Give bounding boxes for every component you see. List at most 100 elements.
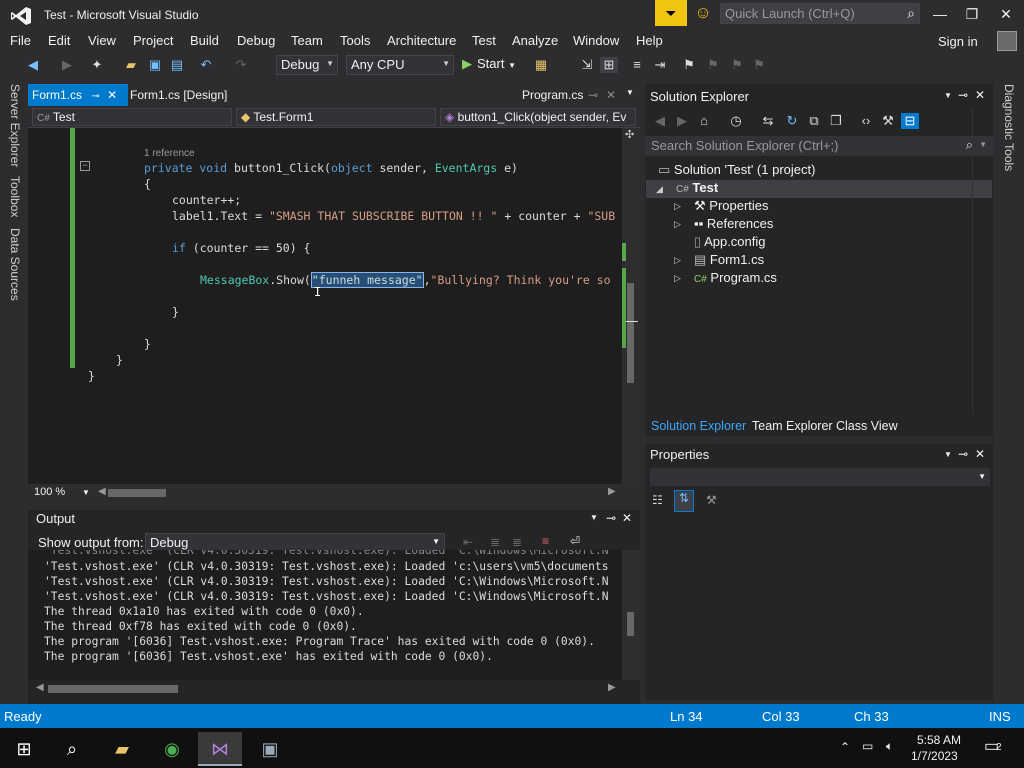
property-pages-icon[interactable]: ⚒ — [706, 493, 717, 507]
sync-icon[interactable]: ⇆ — [759, 113, 777, 129]
categorized-icon[interactable]: ☷ — [652, 493, 663, 507]
show-threads-icon[interactable]: ⊞ — [600, 57, 618, 73]
refresh-icon[interactable]: ↻ — [783, 113, 801, 129]
prev-message-icon[interactable]: ≣ — [490, 535, 500, 549]
alphabetical-icon[interactable]: ⇅ — [674, 490, 694, 512]
tab-form1-cs[interactable]: Form1.cs ⊸ ✕ — [28, 84, 128, 106]
menu-debug[interactable]: Debug — [237, 33, 275, 48]
scroll-thumb[interactable] — [627, 612, 634, 636]
save-all-icon[interactable]: ▤ — [168, 57, 186, 73]
tree-solution[interactable]: ▭ Solution 'Test' (1 project) — [658, 162, 815, 178]
platform-select[interactable]: Any CPU ▼ — [346, 55, 454, 75]
open-file-icon[interactable]: ▰ — [122, 57, 140, 73]
solution-search-input[interactable]: Search Solution Explorer (Ctrl+;) ⌕ ▼ — [645, 136, 993, 156]
project-dropdown[interactable]: C# Test — [32, 108, 232, 126]
chevron-down-icon[interactable]: ▼ — [944, 91, 952, 100]
close-panel-icon[interactable]: ✕ — [975, 88, 985, 102]
find-icon[interactable]: ≡ — [628, 57, 646, 73]
forward-icon[interactable]: ▶ — [673, 113, 691, 129]
sign-in-link[interactable]: Sign in — [938, 34, 978, 49]
data-sources-tab[interactable]: Data Sources — [8, 228, 22, 301]
navigate-forward-icon[interactable]: ▶ — [58, 57, 76, 73]
tab-program-cs[interactable]: Program.cs — [518, 84, 598, 106]
tab-list-chevron-icon[interactable]: ▼ — [626, 88, 634, 97]
clock-date[interactable]: 1/7/2023 — [911, 749, 958, 763]
new-project-icon[interactable]: ✦ — [88, 57, 106, 73]
split-editor-icon[interactable]: ✣ — [625, 128, 634, 141]
menu-file[interactable]: File — [10, 33, 31, 48]
tree-item-program[interactable]: ▷ C# Program.cs — [674, 270, 777, 285]
editor-vertical-scrollbar[interactable]: ✣ — [622, 128, 640, 484]
start-button[interactable]: ▶ Start ▼ — [462, 56, 516, 72]
reference-count[interactable]: 1 reference — [144, 148, 195, 159]
menu-build[interactable]: Build — [190, 33, 219, 48]
account-avatar-icon[interactable] — [997, 31, 1017, 51]
file-explorer-icon[interactable]: ▰ — [100, 732, 144, 766]
show-all-files-icon[interactable]: ❐ — [827, 113, 845, 129]
server-explorer-tab[interactable]: Server Explorer — [8, 84, 22, 167]
smiley-feedback-icon[interactable]: ☺ — [692, 3, 714, 25]
clock-time[interactable]: 5:58 AM — [917, 733, 961, 747]
word-wrap-icon[interactable]: ⏎ — [570, 534, 580, 548]
code-editor[interactable]: − 1 reference private void button1_Click… — [28, 128, 622, 484]
pin-icon[interactable]: ⊸ — [606, 511, 616, 525]
quick-launch-input[interactable]: Quick Launch (Ctrl+Q) ⌕ — [720, 3, 920, 24]
toolbox-tab[interactable]: Toolbox — [8, 176, 22, 217]
app-taskbar-icon[interactable]: ▣ — [248, 732, 292, 766]
member-dropdown[interactable]: ◈ button1_Click(object sender, Ev — [440, 108, 636, 126]
minimize-button[interactable]: — — [926, 4, 954, 24]
scroll-thumb[interactable] — [627, 283, 634, 383]
bookmark-prev-icon[interactable]: ⚑ — [704, 57, 722, 73]
close-tab-icon[interactable]: ✕ — [107, 88, 117, 102]
chevron-down-icon[interactable]: ▼ — [944, 450, 952, 459]
feedback-flag-icon[interactable]: ⏷ — [655, 0, 687, 26]
tab-solution-explorer[interactable]: Solution Explorer — [651, 419, 746, 433]
clear-bookmarks-icon[interactable]: ⚑ — [750, 57, 768, 73]
close-tab-icon[interactable]: ✕ — [606, 88, 616, 102]
output-vertical-scrollbar[interactable] — [622, 550, 640, 680]
tree-project[interactable]: ◢ C# Test — [646, 180, 992, 198]
output-text-area[interactable]: 'Test.vshost.exe' (CLR v4.0.30319: Test.… — [28, 550, 622, 680]
search-icon[interactable]: ⌕ — [50, 732, 94, 766]
home-icon[interactable]: ⌂ — [695, 113, 713, 129]
clear-all-icon[interactable]: ≡ — [542, 534, 549, 548]
step-into-icon[interactable]: ⇲ — [578, 57, 596, 73]
pin-icon[interactable]: ⊸ — [958, 88, 968, 102]
zoom-level[interactable]: 100 % — [34, 486, 65, 498]
pin-icon[interactable]: ⊸ — [958, 447, 968, 461]
output-horizontal-scrollbar[interactable]: ◀ ▶ — [28, 680, 640, 698]
menu-tools[interactable]: Tools — [340, 33, 370, 48]
tree-item-app-config[interactable]: ▯ App.config — [674, 234, 766, 250]
next-message-icon[interactable]: ≣ — [512, 535, 522, 549]
menu-project[interactable]: Project — [133, 33, 173, 48]
tab-form1-design[interactable]: Form1.cs [Design] — [126, 84, 266, 106]
tree-item-form1[interactable]: ▷ ▤ Form1.cs — [674, 252, 764, 268]
collapse-all-icon[interactable]: ⧉ — [805, 113, 823, 129]
scroll-left-icon[interactable]: ◀ — [98, 486, 106, 497]
visual-studio-taskbar-icon[interactable]: ⋈ — [198, 732, 242, 766]
save-icon[interactable]: ▣ — [146, 57, 164, 73]
chevron-down-icon[interactable]: ▼ — [82, 488, 90, 497]
collapse-icon[interactable]: − — [80, 161, 90, 171]
menu-edit[interactable]: Edit — [48, 33, 70, 48]
tab-class-view[interactable]: Class View — [836, 419, 898, 433]
solution-scrollbar[interactable] — [972, 108, 992, 414]
show-hidden-icons-icon[interactable]: ⌃ — [840, 740, 850, 754]
tree-item-properties[interactable]: ▷ ⚒ Properties — [674, 198, 769, 214]
undo-icon[interactable]: ↶ — [197, 57, 215, 73]
solution-configuration-select[interactable]: Debug ▼ — [276, 55, 338, 75]
scroll-left-icon[interactable]: ◀ — [36, 682, 44, 693]
chevron-down-icon[interactable]: ▼ — [590, 513, 598, 522]
class-dropdown[interactable]: ◆ Test.Form1 — [236, 108, 436, 126]
bookmark-icon[interactable]: ⚑ — [680, 57, 698, 73]
horizontal-scroll-thumb[interactable] — [108, 489, 166, 497]
diagnostic-tools-tab[interactable]: Diagnostic Tools — [1002, 84, 1016, 171]
scroll-right-icon[interactable]: ▶ — [608, 486, 616, 497]
tab-team-explorer[interactable]: Team Explorer — [752, 419, 833, 433]
pin-icon[interactable]: ⊸ — [588, 88, 598, 102]
menu-analyze[interactable]: Analyze — [512, 33, 558, 48]
close-panel-icon[interactable]: ✕ — [622, 511, 632, 525]
menu-window[interactable]: Window — [573, 33, 619, 48]
properties-wrench-icon[interactable]: ⚒ — [879, 113, 897, 129]
scroll-right-icon[interactable]: ▶ — [608, 682, 616, 693]
